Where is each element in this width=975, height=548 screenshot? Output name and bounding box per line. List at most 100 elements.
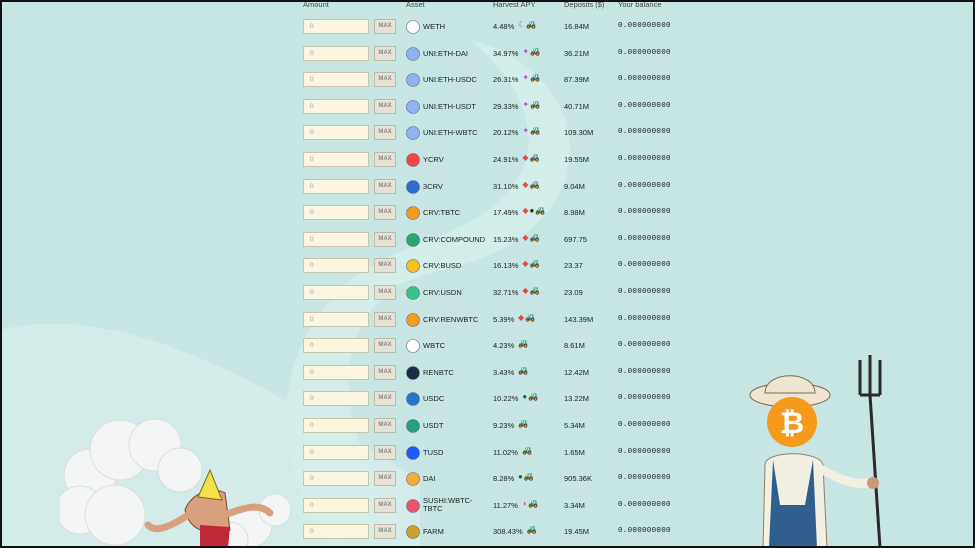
asset-name: USDT [423, 420, 444, 430]
max-button[interactable]: MAX [374, 311, 396, 327]
amount-input[interactable]: 0 [303, 178, 369, 194]
amount-input[interactable]: 0 [303, 391, 369, 407]
dai-icon [406, 472, 420, 486]
deposits-value: 697.75 [564, 234, 587, 244]
harvest-apy: 26.31% [493, 75, 519, 85]
max-button[interactable]: MAX [374, 205, 396, 221]
max-button[interactable]: MAX [374, 72, 396, 88]
amount-input[interactable]: 0 [303, 19, 369, 34]
deposits-value: 23.09 [564, 287, 583, 297]
amount-input[interactable]: 0 [303, 258, 369, 274]
max-button[interactable]: MAX [374, 444, 396, 460]
apy-reward-icons: ◆🚜 [518, 313, 536, 322]
apy-reward-icons: ◆🚜 [522, 233, 540, 242]
tractor-icon: 🚜 [528, 498, 539, 508]
max-button[interactable]: MAX [374, 231, 396, 247]
max-button[interactable]: MAX [374, 417, 396, 433]
harvest-apy: 31.10% [493, 181, 519, 191]
table-row: 0 MAX CRV:USDN 32.71% ◆🚜 23.09 0.000000000 [303, 278, 703, 305]
curve-icon: ◆ [522, 179, 529, 189]
max-button[interactable]: MAX [374, 391, 396, 407]
header-deposits: Deposits ($) [564, 0, 605, 9]
amount-input[interactable]: 0 [303, 444, 369, 460]
table-row: 0 MAX RENBTC 3.43% 🚜 12.42M 0.000000000 [303, 358, 703, 385]
sushi-icon: ◗ [522, 498, 528, 508]
max-button[interactable]: MAX [374, 178, 396, 194]
asset-name: TUSD [423, 447, 444, 457]
keep-icon: ● [529, 206, 535, 216]
amount-input[interactable]: 0 [303, 98, 369, 114]
asset-name: UNI:ETH-DAI [423, 48, 468, 58]
usdc-icon [406, 392, 420, 407]
harvest-apy: 11.27% [493, 500, 518, 510]
table-row: 0 MAX FARM 308.43% 🚜 19.45M 0.000000000 [303, 517, 703, 544]
curve-compound-icon [406, 232, 420, 247]
asset-name: RENBTC [423, 367, 454, 377]
max-button[interactable]: MAX [374, 258, 396, 274]
max-button[interactable]: MAX [374, 338, 396, 354]
amount-input[interactable]: 0 [303, 284, 369, 300]
amount-input[interactable]: 0 [303, 364, 369, 380]
deposits-value: 12.42M [564, 367, 590, 377]
max-button[interactable]: MAX [374, 524, 396, 540]
max-button[interactable]: MAX [374, 151, 396, 167]
harvest-apy: 34.97% [493, 48, 519, 58]
max-button[interactable]: MAX [374, 125, 396, 141]
deposits-value: 8.61M [564, 341, 585, 351]
amount-input[interactable]: 0 [303, 417, 369, 433]
amount-input[interactable]: 0 [303, 45, 369, 61]
max-button[interactable]: MAX [374, 471, 396, 487]
deposits-value: 19.45M [564, 527, 590, 537]
amount-input[interactable]: 0 [303, 338, 369, 354]
asset-name: SUSHI:WBTC-TBTC [423, 495, 473, 513]
balance-value: 0.000000000 [618, 314, 671, 323]
amount-input[interactable]: 0 [303, 125, 369, 141]
amount-input[interactable]: 0 [303, 151, 369, 167]
amount-input[interactable]: 0 [303, 72, 369, 88]
uniswap-lp-icon [406, 46, 420, 61]
max-button[interactable]: MAX [374, 45, 396, 61]
max-button[interactable]: MAX [374, 497, 396, 513]
deposits-value: 23.37 [564, 261, 583, 271]
tractor-icon: 🚜 [518, 339, 528, 349]
amount-input[interactable]: 0 [303, 471, 369, 487]
amount-input[interactable]: 0 [303, 205, 369, 221]
apy-reward-icons: ☾🚜 [518, 20, 537, 29]
asset-name: FARM [423, 527, 444, 537]
header-balance: Your balance [618, 0, 662, 9]
unicorn-icon: ✦ [522, 73, 530, 83]
apy-reward-icons: ●🚜 [522, 392, 539, 401]
tractor-icon: 🚜 [518, 418, 528, 428]
tractor-icon: 🚜 [529, 285, 540, 295]
table-row: 0 MAX WBTC 4.23% 🚜 8.61M 0.000000000 [303, 331, 703, 358]
curve-icon: ◆ [522, 206, 529, 216]
max-button[interactable]: MAX [374, 364, 396, 380]
tractor-icon: 🚜 [529, 259, 540, 269]
table-row: 0 MAX UNI:ETH-DAI 34.97% ✦🚜 36.21M 0.000000000 [303, 39, 703, 66]
tractor-icon: 🚜 [525, 312, 536, 322]
deposits-value: 16.84M [564, 22, 590, 31]
apy-reward-icons: 🚜 [522, 446, 533, 455]
ethereum-icon [406, 20, 420, 34]
tractor-icon: 🚜 [528, 392, 539, 402]
amount-input[interactable]: 0 [303, 311, 369, 327]
max-button[interactable]: MAX [374, 19, 396, 34]
table-row: 0 MAX USDT 9.23% 🚜 5.34M 0.000000000 [303, 411, 703, 438]
amount-input[interactable]: 0 [303, 524, 369, 540]
tractor-icon: 🚜 [522, 445, 533, 455]
amount-input[interactable]: 0 [303, 497, 369, 513]
table-row: 0 MAX UNI:ETH-USDC 26.31% ✦🚜 87.39M 0.00000000… [303, 65, 703, 92]
balance-value: 0.000000000 [618, 75, 671, 84]
amount-input[interactable]: 0 [303, 231, 369, 247]
compound-icon: ● [518, 472, 523, 482]
max-button[interactable]: MAX [374, 284, 396, 300]
table-row: 0 MAX CRV:RENWBTC 5.39% ◆🚜 143.39M 0.000000000 [303, 305, 703, 332]
asset-name: CRV:TBTC [423, 208, 461, 218]
max-button[interactable]: MAX [374, 98, 396, 114]
tether-icon [406, 419, 420, 433]
tractor-icon: 🚜 [529, 152, 540, 162]
apy-reward-icons: ◗🚜 [522, 499, 539, 508]
curve-icon: ◆ [522, 232, 529, 242]
balance-value: 0.000000000 [618, 128, 671, 137]
harvest-apy: 4.48% [493, 22, 515, 31]
